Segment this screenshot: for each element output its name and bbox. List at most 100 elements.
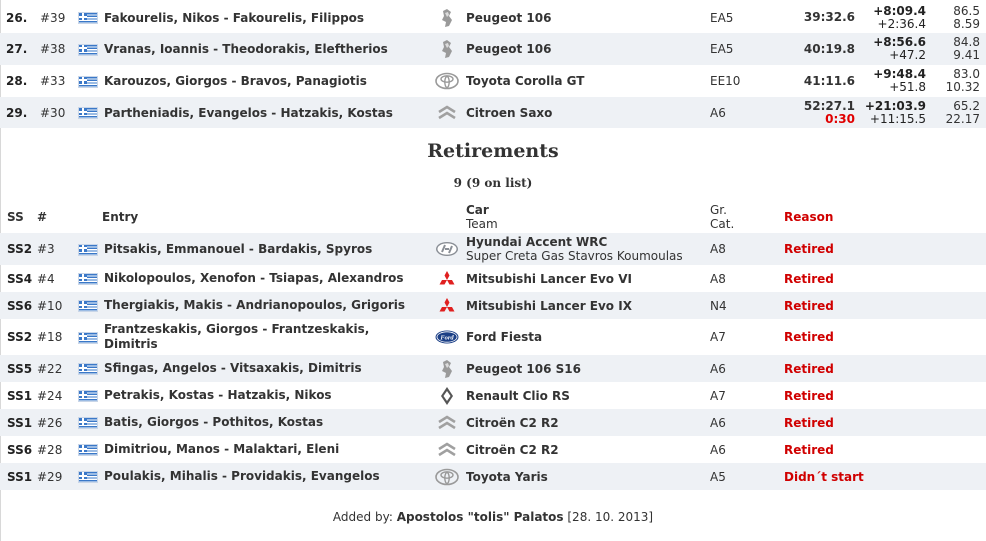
retirement-car: Mitsubishi Lancer Evo VI (466, 271, 632, 286)
retirement-stage: SS1 (7, 388, 33, 403)
greece-flag-icon (78, 444, 98, 456)
retirement-number: #24 (37, 388, 63, 403)
retirement-number: #26 (37, 415, 63, 430)
retirement-category: A8 (710, 242, 726, 256)
result-position: 28. (6, 74, 28, 88)
retirement-entry-link[interactable]: Sfingas, Angelos - Vitsaxakis, Dimitris (104, 361, 362, 375)
result-car: Peugeot 106 (466, 10, 552, 25)
retirement-car: Ford Fiesta (466, 330, 543, 344)
retirement-entry-link[interactable]: Thergiakis, Makis - Andrianopoulos, Grig… (104, 298, 405, 312)
retirement-number: #4 (37, 271, 55, 286)
retirement-team: Super Creta Gas Stavros Koumoulas (466, 249, 683, 263)
result-speed: 86.5 (953, 3, 980, 18)
retirement-category: A5 (710, 469, 726, 484)
retirement-stage: SS6 (7, 298, 33, 313)
header-gr: Gr. (710, 203, 727, 217)
retirement-car: Peugeot 106 S16 (466, 361, 581, 376)
retirement-category: A6 (710, 415, 726, 430)
result-speed: 65.2 (953, 98, 980, 113)
retirement-row: SS1 #29 Poulakis, Mihalis - Providakis, Ev… (0, 463, 986, 490)
retirement-stage: SS4 (7, 271, 33, 286)
retirement-entry-link[interactable]: Dimitriou, Manos - Malaktari, Eleni (104, 442, 339, 456)
greece-flag-icon (78, 107, 98, 119)
retirement-row: SS6 #28 Dimitriou, Manos - Malaktari, Elen… (0, 436, 986, 463)
result-time: 40:19.8 (803, 41, 855, 56)
header-car: Car (466, 203, 489, 217)
result-number: #33 (40, 74, 66, 88)
citroen-logo-icon (438, 104, 456, 119)
footer-author[interactable]: Apostolos "tolis" Palatos (397, 510, 564, 524)
retirement-reason: Retired (784, 415, 834, 430)
retirement-entry-link[interactable]: Nikolopoulos, Xenofon - Tsiapas, Alexand… (104, 271, 404, 285)
result-entry-link[interactable]: Fakourelis, Nikos - Fakourelis, Filippos (104, 11, 364, 25)
retirement-entry-link[interactable]: Poulakis, Mihalis - Providakis, Evangelo… (104, 469, 380, 483)
retirement-reason: Retired (784, 271, 834, 286)
result-gap-km: 22.17 (945, 111, 980, 126)
result-diff-first: +9:48.4 (873, 67, 926, 81)
toyota-logo-icon (435, 468, 459, 485)
mitsubishi-logo-icon (439, 270, 455, 284)
greece-flag-icon (78, 300, 98, 312)
result-row: 29. #30 Partheniadis, Evangelos - Hatzakis… (0, 97, 986, 128)
greece-flag-icon (78, 390, 98, 402)
retirement-entry-link[interactable]: Petrakis, Kostas - Hatzakis, Nikos (104, 388, 332, 402)
retirement-entry-link[interactable]: Frantzeskakis, Giorgos - Frantzeskakis, (104, 322, 369, 336)
result-number: #39 (40, 10, 66, 25)
result-entry-link[interactable]: Karouzos, Giorgos - Bravos, Panagiotis (104, 74, 367, 88)
result-position: 27. (6, 42, 28, 56)
greece-flag-icon (78, 471, 98, 483)
result-time: 52:27.1 (803, 98, 855, 113)
result-number: #30 (40, 105, 66, 120)
retirement-row: SS6 #10 Thergiakis, Makis - Andrianopoulos… (0, 292, 986, 319)
result-category: EA5 (710, 42, 734, 56)
retirement-row: SS2 #18 Frantzeskakis, Giorgos - Frantzesk… (0, 319, 986, 355)
result-category: EA5 (710, 10, 734, 25)
result-penalty: 0:30 (825, 111, 855, 126)
retirement-car: Toyota Yaris (466, 469, 548, 484)
retirement-car: Citroën C2 R2 (466, 442, 559, 457)
peugeot-logo-icon (442, 359, 452, 378)
result-number: #38 (40, 42, 66, 56)
svg-text:Ford: Ford (440, 335, 454, 342)
result-entry-link[interactable]: Partheniadis, Evangelos - Hatzakis, Kost… (104, 106, 393, 120)
result-entry-link[interactable]: Vranas, Ioannis - Theodorakis, Eleftheri… (104, 42, 388, 56)
result-car: Toyota Corolla GT (466, 74, 585, 88)
result-car: Citroen Saxo (466, 105, 553, 120)
peugeot-logo-icon (442, 8, 452, 27)
greece-flag-icon (78, 273, 98, 285)
result-time: 39:32.6 (803, 10, 855, 24)
header-num: # (37, 210, 48, 224)
result-diff-prev: +47.2 (889, 48, 926, 62)
result-gap-km: 8.59 (953, 16, 980, 31)
retirement-category: A7 (710, 388, 726, 403)
retirements-count: 9 (9 on list) (453, 176, 533, 190)
retirement-reason: Retired (784, 442, 834, 457)
retirement-category: A6 (710, 442, 726, 457)
retirement-car: Hyundai Accent WRC (466, 235, 608, 249)
retirement-stage: SS2 (7, 242, 33, 256)
renault-logo-icon (441, 386, 453, 405)
hyundai-logo-icon (436, 242, 458, 256)
greece-flag-icon (78, 43, 98, 56)
retirement-number: #10 (37, 298, 63, 313)
retirement-car: Renault Clio RS (466, 388, 570, 403)
retirement-car: Mitsubishi Lancer Evo IX (466, 298, 632, 313)
citroen-logo-icon (438, 441, 456, 456)
retirements-title: Retirements (427, 140, 559, 162)
retirement-entry-link[interactable]: Pitsakis, Emmanouel - Bardakis, Spyros (104, 242, 372, 256)
retirement-reason: Retired (784, 361, 834, 376)
retirement-row: SS2 #3 Pitsakis, Emmanouel - Bardakis, Spy… (0, 233, 986, 265)
retirement-entry-link[interactable]: Batis, Giorgos - Pothitos, Kostas (104, 415, 323, 429)
retirement-reason: Retired (784, 330, 834, 344)
result-diff-prev: +2:36.4 (877, 16, 926, 31)
footer-prefix: Added by: (332, 510, 393, 524)
mitsubishi-logo-icon (439, 297, 455, 311)
result-time: 41:11.6 (803, 73, 855, 88)
result-diff-prev: +51.8 (889, 80, 926, 94)
greece-flag-icon (78, 417, 98, 429)
retirement-row: SS1 #24 Petrakis, Kostas - Hatzakis, Nikos… (0, 382, 986, 409)
retirement-entry-link-cont[interactable]: Dimitris (104, 337, 158, 351)
retirement-reason: Didn´t start (784, 469, 864, 484)
result-row: 27. #38 Vranas, Ioannis - Theodorakis, Ele… (0, 33, 986, 65)
retirement-reason: Retired (784, 298, 834, 313)
